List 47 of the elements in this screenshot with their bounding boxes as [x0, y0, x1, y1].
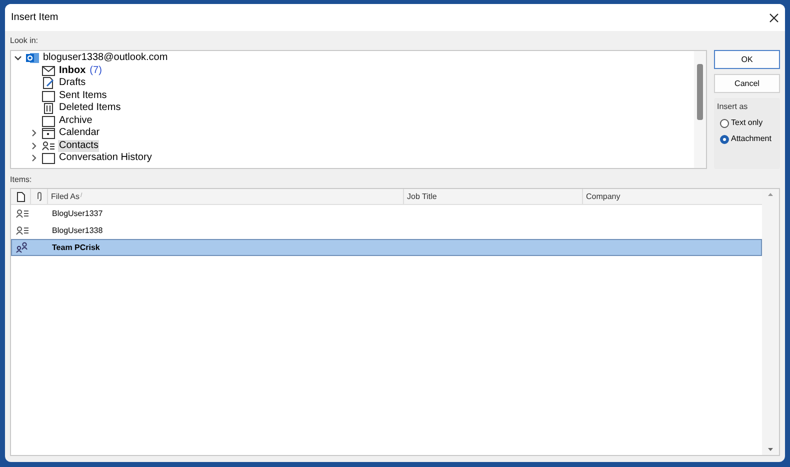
dialog-button[interactable]: OK: [714, 50, 780, 69]
chevron-down-icon[interactable]: [14, 54, 22, 62]
folder-icon: [42, 114, 55, 127]
items-label: Items:: [10, 174, 33, 186]
folder-label[interactable]: Conversation History: [58, 152, 153, 164]
folder-icon: [42, 152, 55, 164]
contact-icon: [16, 226, 28, 235]
contact-row[interactable]: Team PCrisk: [11, 239, 762, 256]
folder-label[interactable]: Calendar: [58, 127, 101, 140]
folder-label[interactable]: bloguser1338@outlook.com: [42, 52, 169, 64]
contact-group-icon: [16, 242, 28, 253]
paperclip-icon: [36, 192, 42, 201]
folder-label[interactable]: Archive: [58, 114, 94, 127]
calendar-icon: [42, 127, 55, 140]
document-pencil-icon: [42, 77, 55, 90]
trash-icon: [42, 102, 55, 114]
folder-label[interactable]: Inbox: [58, 64, 87, 77]
filed-as-cell-text: Team PCrisk: [51, 242, 100, 254]
radio-label[interactable]: Text only: [731, 117, 763, 129]
envelope-icon: [42, 64, 55, 77]
close-icon[interactable]: [769, 12, 779, 22]
document-icon: [16, 192, 24, 202]
contact-row[interactable]: BlogUser1338: [11, 222, 762, 239]
column-header[interactable]: Company: [583, 189, 762, 204]
folder-label[interactable]: Sent Items: [58, 90, 108, 102]
window-title: Insert Item: [11, 11, 58, 25]
radio-button[interactable]: [720, 118, 729, 128]
radio-button[interactable]: [720, 134, 729, 144]
dialog-button[interactable]: Cancel: [714, 74, 780, 93]
column-header[interactable]: Job Title: [404, 189, 583, 204]
look-in-label: Look in:: [10, 35, 40, 47]
scrollbar[interactable]: [762, 189, 779, 455]
group-label: Insert as: [717, 101, 749, 113]
folder-label[interactable]: Contacts: [58, 140, 100, 152]
contact-icon: [16, 209, 28, 218]
scroll-up-icon[interactable]: [768, 193, 773, 196]
folder-label[interactable]: Drafts: [58, 77, 87, 90]
filed-as-cell-text: BlogUser1337: [51, 208, 103, 220]
folder-label[interactable]: Deleted Items: [58, 102, 122, 114]
contact-row[interactable]: BlogUser1337: [11, 205, 762, 222]
scroll-down-icon[interactable]: [768, 448, 773, 451]
folder-icon: [42, 90, 55, 102]
unread-count: (7): [90, 64, 102, 77]
scrollbar[interactable]: [694, 51, 706, 168]
radio-label[interactable]: Attachment: [731, 133, 772, 145]
contact-card-icon: [42, 140, 55, 152]
filed-as-cell-text: BlogUser1338: [51, 224, 103, 236]
